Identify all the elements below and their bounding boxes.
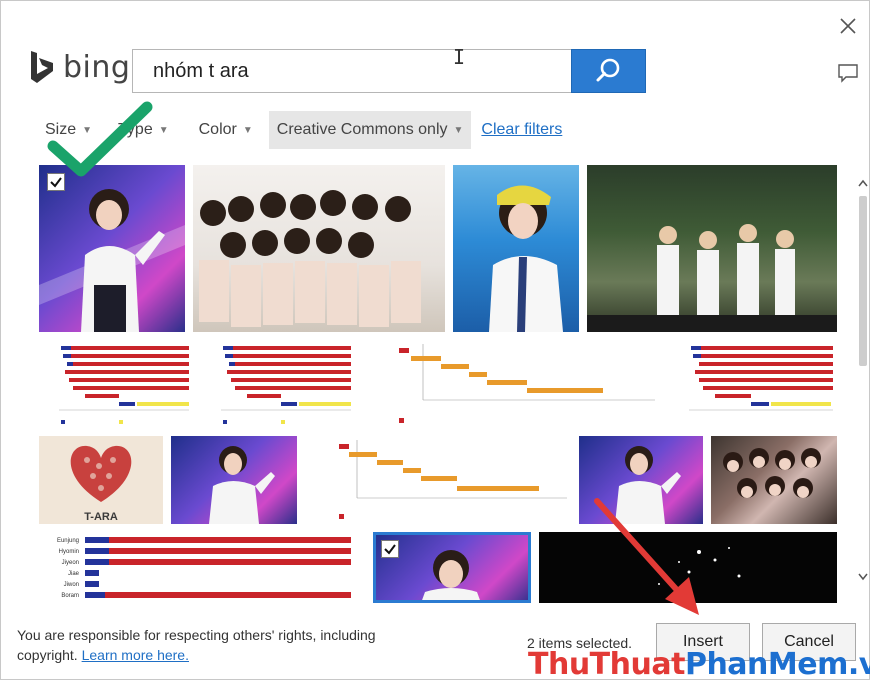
rights-notice: You are responsible for respecting other… [17,625,437,665]
chart-row-label: Hyomin [59,549,79,555]
filter-creative-commons[interactable]: Creative Commons only ▼ [268,111,472,149]
results-scrollbar[interactable] [856,176,870,586]
result-thumbnail[interactable] [373,532,531,603]
group-poster-image [723,448,821,498]
chart-row-label: Jiyeon [62,560,79,566]
performer-image [615,446,681,524]
insert-pictures-dialog: bing I Size ▼ Type ▼ Color ▼ Creative Co… [0,0,870,680]
result-thumbnail[interactable] [363,340,659,428]
scroll-up-button[interactable] [856,176,870,190]
search-box [132,49,572,93]
timeline-chart-image [59,346,189,424]
watermark-part2: PhanMem [684,647,848,680]
filter-bar: Size ▼ Type ▼ Color ▼ Creative Commons o… [37,111,562,149]
result-thumbnail[interactable] [539,532,837,603]
gantt-chart-image [339,440,567,519]
chart-row-label: Boram [61,593,79,599]
result-thumbnail[interactable] [39,165,185,332]
chart-row-label: Jiwon [64,582,79,588]
chevron-down-icon [858,573,868,581]
image-results-grid: T-ARA Eunjung Hyomin Jiyeon Jiae Jiwon B… [11,159,851,603]
performer-image [209,446,275,524]
scroll-down-button[interactable] [856,570,870,584]
result-thumbnail[interactable]: T-ARA [39,436,163,524]
result-thumbnail[interactable] [171,436,297,524]
group-photo-image [199,190,421,327]
rights-notice-text: You are responsible for respecting other… [17,627,376,663]
bing-logo: bing [29,47,130,87]
bing-wordmark: bing [63,49,131,85]
chevron-down-icon: ▼ [453,124,464,136]
search-input[interactable] [133,50,571,92]
result-thumbnail[interactable] [453,165,579,332]
filter-type-label: Type [118,121,153,138]
watermark-part3: .vn [847,647,870,680]
result-thumbnail[interactable] [579,436,703,524]
chevron-down-icon: ▼ [158,124,169,136]
heart-poster-image: T-ARA [70,445,132,523]
clear-filters-link[interactable]: Clear filters [481,121,562,139]
checkmark-icon [384,544,396,555]
timeline-chart-image: Eunjung Hyomin Jiyeon Jiae Jiwon Boram [57,537,351,599]
chevron-down-icon: ▼ [82,124,93,136]
poster-caption-text: T-ARA [84,511,118,523]
result-thumbnail[interactable]: Eunjung Hyomin Jiyeon Jiae Jiwon Boram [39,532,365,603]
result-thumbnail[interactable] [711,436,837,524]
timeline-chart-image [221,346,351,424]
chevron-up-icon [858,179,868,187]
search-button[interactable] [571,49,646,93]
chart-row-label: Jiae [68,571,80,577]
outdoor-performance-image [587,224,837,332]
chart-row-label: Eunjung [57,538,79,544]
result-thumbnail[interactable] [201,340,355,428]
filter-type[interactable]: Type ▼ [110,111,177,149]
search-icon [596,58,619,82]
watermark-part1: ThuThuat [528,647,685,680]
gantt-chart-image [399,344,655,423]
result-thumbnail[interactable] [667,340,837,428]
filter-size[interactable]: Size ▼ [37,111,100,149]
speech-bubble-icon [838,64,858,83]
filter-creative-commons-label: Creative Commons only [276,121,448,138]
timeline-chart-image [689,346,833,411]
i-beam-cursor-icon: I [453,45,466,69]
filter-color[interactable]: Color ▼ [191,111,261,149]
selection-checkbox[interactable] [47,173,65,191]
checkmark-icon [50,177,62,188]
result-thumbnail[interactable] [305,436,571,524]
performer-image [489,185,563,332]
chevron-down-icon: ▼ [242,124,253,136]
result-thumbnail[interactable] [193,165,445,332]
filter-size-label: Size [45,121,77,138]
learn-more-link[interactable]: Learn more here. [82,647,189,663]
bing-logo-icon [31,51,53,83]
result-thumbnail[interactable] [587,165,837,332]
feedback-button[interactable] [837,63,859,83]
watermark: ThuThuatPhanMem.vn [528,647,870,680]
close-icon [840,18,856,34]
result-thumbnail[interactable] [39,340,193,428]
filter-color-label: Color [198,121,237,138]
selection-checkbox[interactable] [381,540,399,558]
close-button[interactable] [839,17,857,35]
scrollbar-thumb[interactable] [859,196,867,366]
dark-stage-image [658,547,741,585]
